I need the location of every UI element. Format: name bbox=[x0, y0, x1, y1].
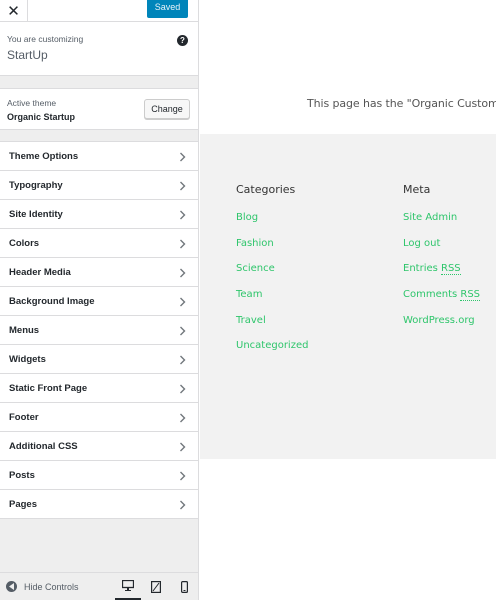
categories-list: Blog Fashion Science Team Travel Uncategorize… bbox=[236, 212, 308, 366]
section-header-media[interactable]: Header Media bbox=[0, 258, 198, 287]
customize-info: You are customizing StartUp ? bbox=[0, 22, 198, 76]
chevron-right-icon bbox=[179, 500, 188, 510]
section-pages[interactable]: Pages bbox=[0, 490, 198, 519]
meta-link-text: Site Admin bbox=[403, 212, 458, 223]
site-title: StartUp bbox=[7, 48, 48, 62]
section-label: Footer bbox=[9, 411, 39, 423]
meta-link[interactable]: Entries RSS bbox=[403, 263, 480, 289]
section-widgets[interactable]: Widgets bbox=[0, 345, 198, 374]
category-link[interactable]: Uncategorized bbox=[236, 340, 308, 366]
hide-controls-button[interactable]: Hide Controls bbox=[6, 581, 79, 592]
meta-widget: Meta Site Admin Log out Entries RSS Comment… bbox=[403, 183, 481, 341]
meta-link-text: Log out bbox=[403, 237, 441, 249]
meta-link-text: WordPress.org bbox=[403, 314, 475, 326]
chevron-right-icon bbox=[179, 355, 188, 365]
collapse-arrow-icon bbox=[6, 581, 17, 592]
meta-link[interactable]: Comments RSS bbox=[403, 289, 481, 315]
site-preview: This page has the "Organic Custom" Categ… bbox=[200, 0, 496, 600]
section-label: Additional CSS bbox=[9, 440, 78, 452]
rss-abbr: RSS bbox=[441, 263, 461, 276]
chevron-right-icon bbox=[179, 152, 188, 162]
section-label: Static Front Page bbox=[9, 382, 88, 394]
category-link[interactable]: Fashion bbox=[236, 238, 308, 264]
section-label: Widgets bbox=[9, 353, 46, 365]
meta-link-text: Entries bbox=[403, 263, 442, 275]
chevron-right-icon bbox=[179, 326, 188, 336]
categories-widget: Categories Blog Fashion Science Team Travel U… bbox=[236, 183, 308, 366]
customizer-header: ✕ Saved bbox=[0, 0, 198, 22]
chevron-right-icon bbox=[179, 181, 188, 191]
section-label: Theme Options bbox=[9, 150, 79, 162]
change-theme-button[interactable]: Change bbox=[144, 99, 190, 119]
chevron-right-icon bbox=[179, 471, 188, 481]
chevron-right-icon bbox=[179, 297, 188, 307]
customizer-footer: Hide Controls bbox=[0, 572, 198, 600]
chevron-right-icon bbox=[179, 413, 188, 423]
customizer-sections: Theme Options Typography Site Identity Colo… bbox=[0, 141, 198, 519]
category-link[interactable]: Travel bbox=[236, 315, 308, 341]
section-site-identity[interactable]: Site Identity bbox=[0, 200, 198, 229]
saved-button[interactable]: Saved bbox=[147, 0, 188, 18]
hide-controls-label: Hide Controls bbox=[24, 581, 79, 592]
chevron-right-icon bbox=[179, 239, 188, 249]
categories-title: Categories bbox=[236, 183, 296, 196]
section-colors[interactable]: Colors bbox=[0, 229, 198, 258]
section-posts[interactable]: Posts bbox=[0, 461, 198, 490]
section-typography[interactable]: Typography bbox=[0, 171, 198, 200]
customizer-sidebar: ✕ Saved You are customizing StartUp ? Ac… bbox=[0, 0, 199, 600]
chevron-right-icon bbox=[179, 210, 188, 220]
meta-link-text: Comments bbox=[403, 289, 461, 301]
section-label: Typography bbox=[9, 179, 63, 191]
section-label: Menus bbox=[9, 324, 40, 336]
meta-link[interactable]: WordPress.org bbox=[403, 315, 480, 341]
section-background-image[interactable]: Background Image bbox=[0, 287, 198, 316]
section-label: Site Identity bbox=[9, 208, 63, 220]
category-link[interactable]: Blog bbox=[236, 212, 308, 238]
chevron-right-icon bbox=[179, 268, 188, 278]
rss-abbr: RSS bbox=[460, 289, 481, 302]
preview-notice: This page has the "Organic Custom" bbox=[307, 97, 496, 110]
section-label: Colors bbox=[9, 237, 40, 249]
footer-widget-area: Categories Blog Fashion Science Team Travel U… bbox=[200, 134, 496, 459]
meta-title: Meta bbox=[403, 183, 431, 196]
chevron-right-icon bbox=[179, 442, 188, 452]
help-icon[interactable]: ? bbox=[177, 35, 188, 46]
section-menus[interactable]: Menus bbox=[0, 316, 198, 345]
customizing-label: You are customizing bbox=[7, 34, 84, 44]
mobile-icon[interactable] bbox=[171, 573, 197, 600]
active-theme-panel: Active theme Organic Startup Change bbox=[0, 88, 198, 130]
section-label: Pages bbox=[9, 498, 37, 510]
category-link[interactable]: Team bbox=[236, 289, 308, 315]
tablet-icon[interactable] bbox=[143, 573, 169, 600]
meta-link[interactable]: Log out bbox=[403, 238, 480, 264]
section-label: Posts bbox=[9, 469, 35, 481]
desktop-icon[interactable] bbox=[115, 573, 141, 600]
category-link[interactable]: Science bbox=[236, 263, 308, 289]
close-icon[interactable]: ✕ bbox=[0, 0, 28, 22]
section-theme-options[interactable]: Theme Options bbox=[0, 142, 198, 171]
meta-list: Site Admin Log out Entries RSS Comments RSS… bbox=[403, 212, 481, 341]
meta-link[interactable]: Site Admin bbox=[403, 212, 480, 238]
section-label: Header Media bbox=[9, 266, 71, 278]
section-footer[interactable]: Footer bbox=[0, 403, 198, 432]
section-additional-css[interactable]: Additional CSS bbox=[0, 432, 198, 461]
chevron-right-icon bbox=[179, 384, 188, 394]
section-static-front-page[interactable]: Static Front Page bbox=[0, 374, 198, 403]
section-label: Background Image bbox=[9, 295, 95, 307]
